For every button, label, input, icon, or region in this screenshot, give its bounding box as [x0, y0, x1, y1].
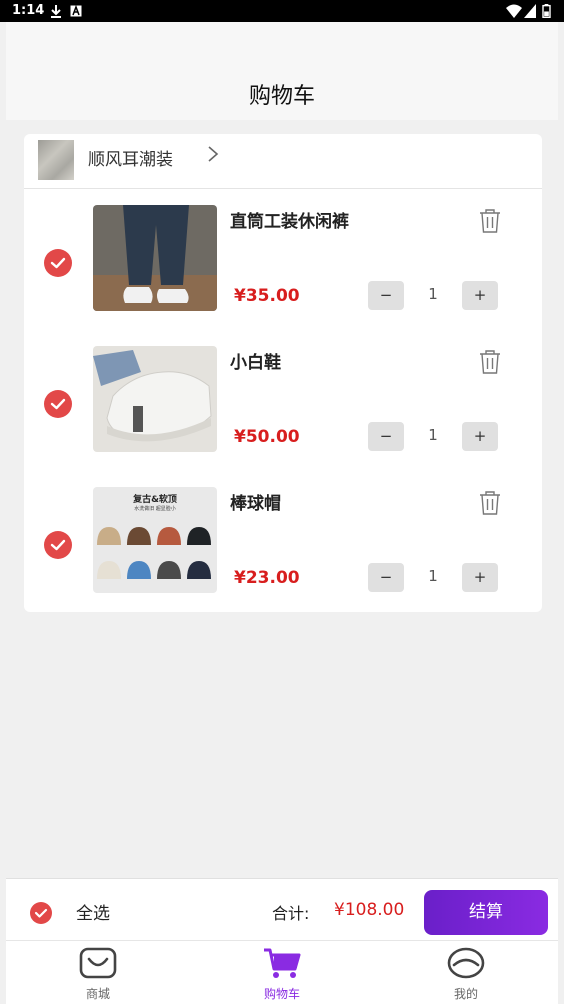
app-screen: 购物车 顺风耳潮装 直筒工装休闲裤 ¥35.00 − 1 + 小白鞋 ¥50.0… [6, 22, 558, 1004]
product-price: ¥23.00 [234, 568, 300, 588]
product-image-caps[interactable]: 复古&软顶 水洗做旧 超显脸小 [93, 487, 217, 593]
quantity-value: 1 [428, 285, 438, 303]
decrease-quantity-button[interactable]: − [368, 563, 404, 592]
quantity-value: 1 [428, 426, 438, 444]
chevron-right-icon[interactable] [206, 144, 220, 164]
check-icon [34, 908, 48, 918]
bag-icon [79, 947, 117, 979]
wifi-icon [506, 4, 522, 18]
trash-icon[interactable] [478, 490, 502, 516]
check-icon [50, 539, 66, 551]
product-image-pants[interactable] [93, 205, 217, 311]
increase-quantity-button[interactable]: + [462, 563, 498, 592]
profile-icon [447, 947, 485, 979]
decrease-quantity-button[interactable]: − [368, 422, 404, 451]
signal-icon [524, 4, 536, 18]
product-name: 直筒工装休闲裤 [230, 212, 349, 232]
page-title: 购物车 [248, 84, 315, 109]
cart-icon [264, 948, 301, 978]
increase-quantity-button[interactable]: + [462, 281, 498, 310]
checkout-bar: 全选 合计: ¥108.00 结算 [6, 878, 558, 941]
tab-label: 商城 [85, 987, 110, 1001]
checkout-button[interactable]: 结算 [424, 890, 548, 935]
notification-a-icon [70, 4, 82, 17]
cart-card: 顺风耳潮装 直筒工装休闲裤 ¥35.00 − 1 + 小白鞋 ¥50.00 − … [24, 134, 542, 612]
select-all-checkbox[interactable] [30, 902, 52, 924]
tab-cart[interactable]: 购物车 [232, 947, 332, 1002]
check-icon [50, 257, 66, 269]
item-checkbox[interactable] [44, 390, 72, 418]
trash-icon[interactable] [478, 208, 502, 234]
trash-icon[interactable] [478, 349, 502, 375]
product-price: ¥35.00 [234, 286, 300, 306]
shop-header[interactable]: 顺风耳潮装 [24, 134, 542, 189]
product-name: 棒球帽 [230, 494, 281, 514]
download-icon [51, 5, 61, 18]
total-amount: ¥108.00 [334, 900, 405, 920]
battery-icon [542, 4, 551, 18]
tab-profile[interactable]: 我的 [416, 947, 516, 1002]
tab-label: 我的 [453, 987, 478, 1001]
status-bar: 1:14 [0, 0, 564, 22]
tab-mall[interactable]: 商城 [48, 947, 148, 1002]
item-checkbox[interactable] [44, 531, 72, 559]
product-name: 小白鞋 [230, 353, 281, 373]
total-label: 合计: [272, 904, 310, 923]
item-checkbox[interactable] [44, 249, 72, 277]
select-all-label[interactable]: 全选 [76, 899, 110, 924]
page-header: 购物车 [6, 22, 558, 120]
cart-item: 小白鞋 ¥50.00 − 1 + [24, 329, 542, 470]
product-image-sneakers[interactable] [93, 346, 217, 452]
cart-item: 直筒工装休闲裤 ¥35.00 − 1 + [24, 188, 542, 329]
tab-label: 购物车 [263, 987, 300, 1001]
quantity-value: 1 [428, 567, 438, 585]
decrease-quantity-button[interactable]: − [368, 281, 404, 310]
shop-name: 顺风耳潮装 [88, 150, 173, 170]
check-icon [50, 398, 66, 410]
bottom-tab-bar: 商城 购物车 我的 [6, 940, 558, 1004]
product-price: ¥50.00 [234, 427, 300, 447]
shop-logo [38, 140, 74, 180]
increase-quantity-button[interactable]: + [462, 422, 498, 451]
status-time: 1:14 [12, 3, 45, 18]
cart-item: 复古&软顶 水洗做旧 超显脸小 棒球帽 ¥23.00 − 1 + [24, 470, 542, 611]
